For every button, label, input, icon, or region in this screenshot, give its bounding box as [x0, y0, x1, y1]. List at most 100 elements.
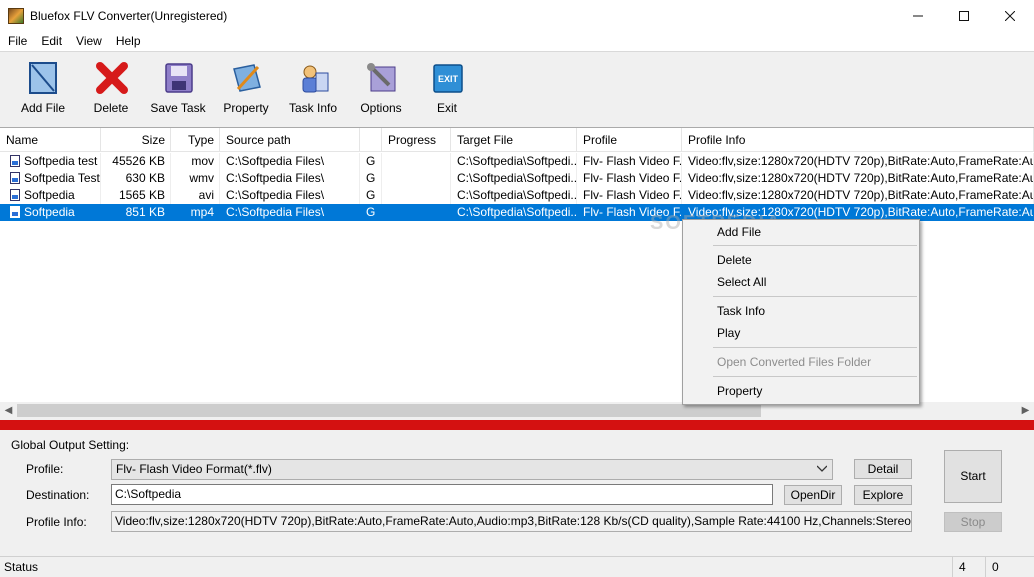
cell-profile-info: Video:flv,size:1280x720(HDTV 720p),BitRa…	[682, 153, 1034, 170]
close-icon	[1005, 10, 1015, 21]
cell-type: mov	[171, 153, 220, 170]
maximize-button[interactable]	[941, 0, 987, 31]
chevron-down-icon	[817, 465, 827, 472]
cell-source: C:\Softpedia Files\	[220, 204, 360, 221]
cell-name: Softpedia test	[0, 153, 101, 170]
table-row[interactable]: Softpedia 1565 KB avi C:\Softpedia Files…	[0, 187, 1034, 204]
destination-input[interactable]: C:\Softpedia	[111, 484, 773, 505]
list-header: Name Size Type Source path Progress Targ…	[0, 128, 1034, 152]
table-row[interactable]: Softpedia test 45526 KB mov C:\Softpedia…	[0, 153, 1034, 170]
cell-source: C:\Softpedia Files\	[220, 153, 360, 170]
cell-type: wmv	[171, 170, 220, 187]
col-type[interactable]: Type	[171, 128, 220, 152]
add-file-button[interactable]: Add File	[10, 58, 76, 122]
menu-view[interactable]: View	[69, 31, 109, 51]
ctx-separator	[713, 245, 917, 246]
exit-button[interactable]: EXIT Exit	[414, 58, 480, 122]
options-label: Options	[360, 101, 402, 115]
profile-info-field: Video:flv,size:1280x720(HDTV 720p),BitRa…	[111, 511, 912, 532]
ctx-delete[interactable]: Delete	[685, 249, 917, 271]
cell-g: G	[360, 204, 382, 221]
ctx-task-info[interactable]: Task Info	[685, 300, 917, 322]
ctx-select-all[interactable]: Select All	[685, 271, 917, 293]
cell-progress	[382, 170, 451, 187]
delete-label: Delete	[93, 101, 129, 115]
save-task-button[interactable]: Save Task	[145, 58, 211, 122]
col-source-path[interactable]: Source path	[220, 128, 360, 152]
status-count-done: 0	[985, 557, 1034, 577]
col-size[interactable]: Size	[101, 128, 171, 152]
table-row[interactable]: Softpedia Test 630 KB wmv C:\Softpedia F…	[0, 170, 1034, 187]
cell-source: C:\Softpedia Files\	[220, 187, 360, 204]
cell-g: G	[360, 187, 382, 204]
cell-size: 45526 KB	[101, 153, 171, 170]
cell-size: 851 KB	[101, 204, 171, 221]
ctx-separator	[713, 347, 917, 348]
file-icon	[10, 206, 20, 218]
add-file-label: Add File	[20, 101, 66, 115]
destination-label: Destination:	[26, 488, 90, 502]
cell-profile-info: Video:flv,size:1280x720(HDTV 720p),BitRa…	[682, 187, 1034, 204]
task-info-button[interactable]: Task Info	[280, 58, 346, 122]
menu-help[interactable]: Help	[109, 31, 148, 51]
col-profile[interactable]: Profile	[577, 128, 682, 152]
col-target-file[interactable]: Target File	[451, 128, 577, 152]
app-icon	[8, 8, 24, 24]
start-button[interactable]: Start	[944, 450, 1002, 503]
explore-button[interactable]: Explore	[854, 485, 912, 505]
options-icon	[367, 63, 396, 92]
task-info-label: Task Info	[288, 101, 338, 115]
maximize-icon	[959, 10, 969, 21]
cell-progress	[382, 153, 451, 170]
exit-label: Exit	[436, 101, 457, 115]
toolbar: Add File Delete Save Task Property Task …	[0, 51, 1034, 127]
scroll-right-arrow-icon[interactable]: ▶	[1017, 402, 1034, 419]
cell-progress	[382, 187, 451, 204]
cell-size: 1565 KB	[101, 187, 171, 204]
add-file-icon	[29, 62, 57, 94]
delete-button[interactable]: Delete	[78, 58, 144, 122]
ctx-add-file[interactable]: Add File	[685, 221, 917, 243]
cell-target: C:\Softpedia\Softpedi...	[451, 153, 577, 170]
ctx-open-converted-folder: Open Converted Files Folder	[717, 355, 872, 369]
minimize-icon	[913, 15, 923, 16]
ctx-play[interactable]: Play	[685, 322, 917, 344]
svg-text:EXIT: EXIT	[438, 74, 459, 84]
menu-file[interactable]: File	[0, 31, 34, 51]
cell-profile: Flv- Flash Video F...	[577, 170, 682, 187]
col-progress[interactable]: Progress	[382, 128, 451, 152]
cell-type: mp4	[171, 204, 220, 221]
options-button[interactable]: Options	[348, 58, 414, 122]
stop-button[interactable]: Stop	[944, 512, 1002, 532]
col-name[interactable]: Name	[0, 128, 101, 152]
col-blank[interactable]	[360, 128, 382, 152]
global-output-settings: Global Output Setting: Profile: Flv- Fla…	[0, 430, 1034, 544]
ctx-property[interactable]: Property	[685, 380, 917, 402]
context-menu: Add File Delete Select All Task Info Pla…	[682, 219, 920, 405]
property-button[interactable]: Property	[213, 58, 279, 122]
minimize-button[interactable]	[895, 0, 941, 31]
scroll-left-arrow-icon[interactable]: ◀	[0, 402, 17, 419]
close-button[interactable]	[987, 0, 1033, 31]
opendir-button[interactable]: OpenDir	[784, 485, 842, 505]
status-text: Status	[4, 560, 39, 574]
cell-name: Softpedia	[0, 187, 101, 204]
settings-heading: Global Output Setting:	[11, 438, 130, 452]
col-profile-info[interactable]: Profile Info	[682, 128, 1034, 152]
detail-button[interactable]: Detail	[854, 459, 912, 479]
task-info-icon	[302, 65, 329, 93]
property-label: Property	[223, 101, 269, 115]
cell-source: C:\Softpedia Files\	[220, 170, 360, 187]
profile-dropdown[interactable]: Flv- Flash Video Format(*.flv)	[111, 459, 833, 480]
menu-edit[interactable]: Edit	[34, 31, 69, 51]
profile-value: Flv- Flash Video Format(*.flv)	[116, 462, 272, 476]
cell-profile: Flv- Flash Video F...	[577, 187, 682, 204]
cell-profile-info: Video:flv,size:1280x720(HDTV 720p),BitRa…	[682, 170, 1034, 187]
cell-name: Softpedia	[0, 204, 101, 221]
property-icon	[233, 64, 261, 92]
file-icon	[10, 172, 20, 184]
cell-target: C:\Softpedia\Softpedi...	[451, 187, 577, 204]
scrollbar-thumb[interactable]	[17, 404, 761, 417]
menu-bar: File Edit View Help	[0, 31, 1034, 51]
profile-info-label: Profile Info:	[26, 515, 87, 529]
